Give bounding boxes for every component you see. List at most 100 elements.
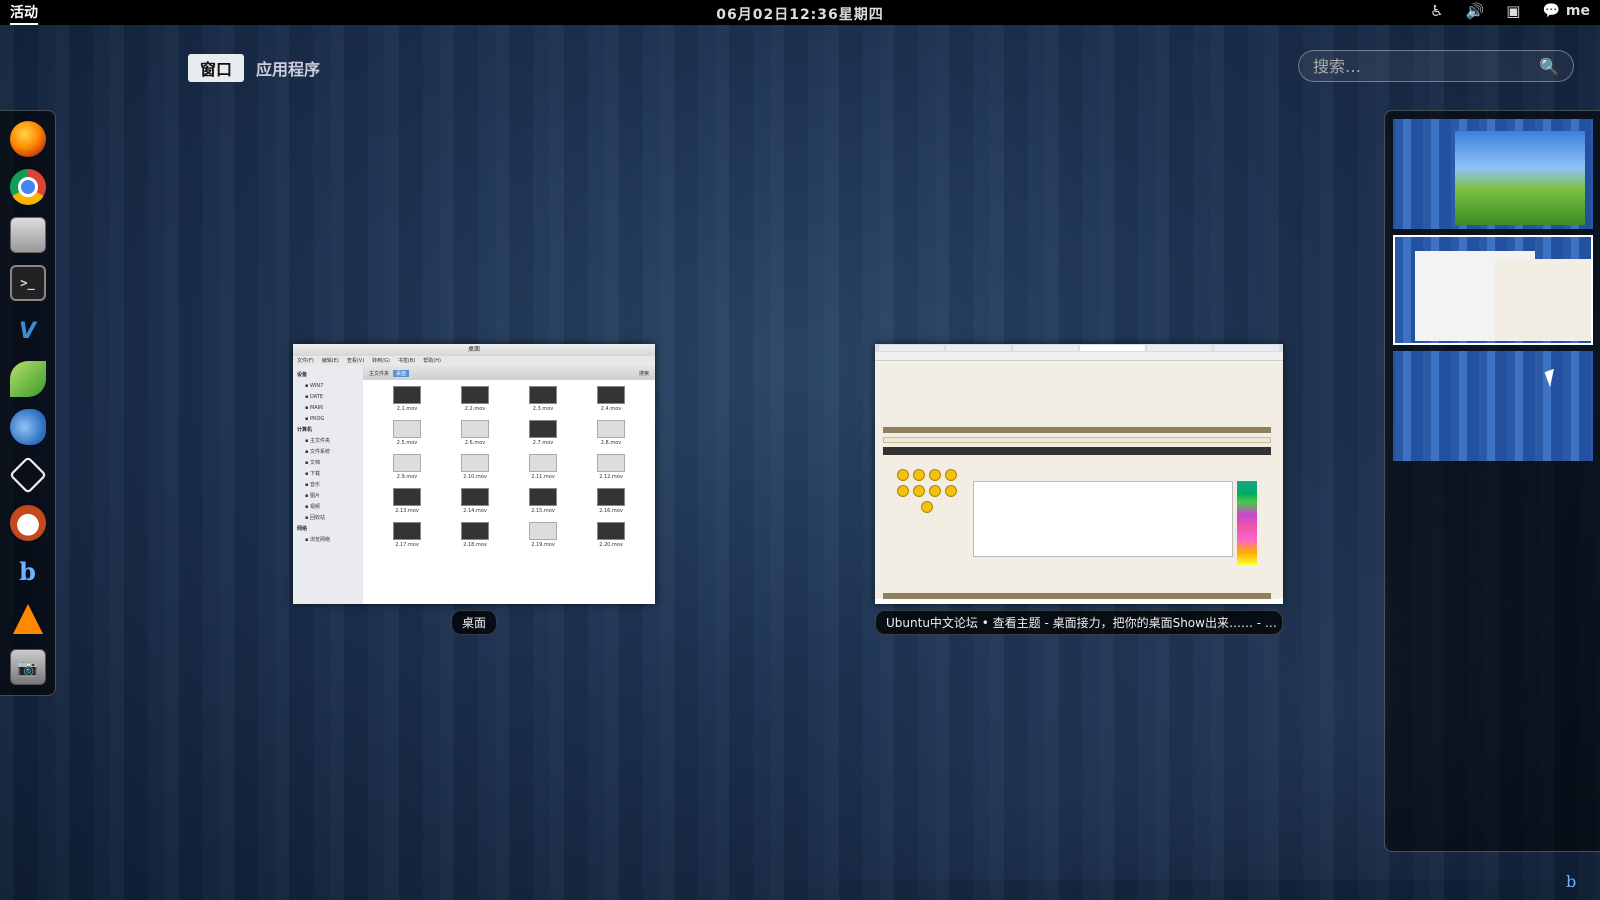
- fm-file-thumbnail: [597, 522, 625, 540]
- fish-icon[interactable]: [9, 409, 46, 445]
- browser-address-bar: [875, 352, 1283, 361]
- fm-file-name: 2.6.mov: [464, 440, 486, 446]
- fm-sidebar-item: ▪ 文档: [305, 460, 320, 466]
- fm-file-name: 2.7.mov: [532, 440, 554, 446]
- chrome-icon[interactable]: [9, 169, 46, 205]
- fm-file-item: 2.5.mov: [373, 420, 441, 454]
- clock[interactable]: 06月02日12:36星期四: [0, 4, 1600, 24]
- fm-file-thumbnail: [597, 488, 625, 506]
- fm-toolbar-search: 搜索: [638, 370, 649, 377]
- files-icon[interactable]: [9, 217, 46, 253]
- fm-menu-item: 文件(F): [297, 358, 314, 364]
- fm-sidebar-item: ▪ 图片: [305, 493, 320, 499]
- fm-file-name: 2.4.mov: [600, 406, 622, 412]
- fm-menu-item: 帮助(H): [423, 358, 441, 364]
- fm-file-name: 2.5.mov: [396, 440, 418, 446]
- fm-sidebar-item: ▪ PROG: [305, 416, 325, 422]
- fm-sidebar-item: ▪ 视频: [305, 504, 320, 510]
- view-selector: 窗口 应用程序: [188, 54, 320, 82]
- fm-file-thumbnail: [529, 522, 557, 540]
- fm-toolbar: 主文件夹 桌面 搜索: [363, 366, 655, 380]
- fm-file-thumbnail: [393, 522, 421, 540]
- browser-post-editor: [973, 481, 1233, 557]
- fm-file-name: 2.11.mov: [531, 474, 555, 480]
- fm-file-name: 2.15.mov: [531, 508, 555, 514]
- fm-file-name: 2.1.mov: [396, 406, 418, 412]
- volume-icon[interactable]: 🔊: [1466, 2, 1485, 20]
- baidu-icon[interactable]: b: [10, 553, 46, 589]
- fm-sidebar-item: ▪ 音乐: [305, 482, 320, 488]
- fm-file-grid: 2.1.mov 2.2.mov 2.3.mov 2.4.mov 2.5.mov 2.6.m…: [363, 380, 655, 604]
- fm-sidebar: 设备 ▪ WIN7 ▪ DATE ▪ MAIN ▪ PROG 计算机 ▪ 主文件夹 ▪ 文件系…: [293, 366, 363, 604]
- fm-file-item: 2.15.mov: [509, 488, 577, 522]
- fm-file-item: 2.10.mov: [441, 454, 509, 488]
- virtualbox-icon[interactable]: [8, 455, 47, 495]
- search-input[interactable]: [1313, 56, 1533, 76]
- panda-icon[interactable]: [9, 505, 46, 541]
- workspace-3[interactable]: [1393, 351, 1593, 461]
- fm-file-name: 2.18.mov: [463, 542, 487, 548]
- fm-sidebar-item: ▪ DATE: [305, 394, 323, 400]
- fm-file-thumbnail: [597, 454, 625, 472]
- fm-file-thumbnail: [529, 488, 557, 506]
- window-label-browser: Ubuntu中文论坛 • 查看主题 - 桌面接力，把你的桌面Show出来…… -…: [875, 610, 1283, 635]
- fm-file-thumbnail: [597, 420, 625, 438]
- user-menu[interactable]: 💬 me: [1542, 3, 1590, 19]
- window-label-desktop: 桌面: [450, 610, 497, 635]
- fm-file-item: 2.11.mov: [509, 454, 577, 488]
- workspace-selector: [1384, 110, 1600, 852]
- window-thumbnail-browser[interactable]: [875, 344, 1283, 604]
- fm-file-thumbnail: [529, 386, 557, 404]
- fm-sidebar-item: ▪ WIN7: [305, 383, 324, 389]
- browser-color-palette: [1237, 481, 1257, 565]
- fm-title: 桌面: [293, 344, 655, 356]
- fm-file-name: 2.20.mov: [599, 542, 623, 548]
- search-box: 🔍: [1298, 50, 1574, 82]
- fm-toolbar-desktop: 桌面: [393, 369, 410, 377]
- terminal-icon[interactable]: >_: [9, 265, 46, 301]
- fm-file-thumbnail: [597, 386, 625, 404]
- workspace-2-browser: [1495, 259, 1591, 341]
- browser-tabs: [875, 344, 1283, 352]
- network-icon[interactable]: ▣: [1506, 2, 1520, 20]
- top-bar: 活动 06月02日12:36星期四 ♿ 🔊 ▣ 💬 me: [0, 0, 1600, 25]
- leafpad-icon[interactable]: [9, 361, 46, 397]
- fm-file-thumbnail: [393, 420, 421, 438]
- window-thumbnail-desktop[interactable]: 桌面 文件(F) 编辑(E) 查看(V) 转到(G) 书签(B) 帮助(H) 主文件夹 桌…: [293, 344, 655, 604]
- fm-file-name: 2.12.mov: [599, 474, 623, 480]
- fm-file-item: 2.3.mov: [509, 386, 577, 420]
- window-desktop[interactable]: 桌面 文件(F) 编辑(E) 查看(V) 转到(G) 书签(B) 帮助(H) 主文件夹 桌…: [293, 344, 655, 635]
- fm-file-item: 2.4.mov: [577, 386, 645, 420]
- fm-file-thumbnail: [529, 454, 557, 472]
- fm-sidebar-header: 计算机: [297, 427, 313, 433]
- fm-file-name: 2.2.mov: [464, 406, 486, 412]
- vim-icon[interactable]: V: [10, 313, 46, 349]
- fm-sidebar-item: ▪ 主文件夹: [305, 438, 330, 444]
- baidu-tray-icon[interactable]: b: [1566, 872, 1576, 891]
- workspace-2[interactable]: [1393, 235, 1593, 345]
- window-browser[interactable]: Ubuntu中文论坛 • 查看主题 - 桌面接力，把你的桌面Show出来…… -…: [875, 344, 1283, 635]
- fm-file-item: 2.13.mov: [373, 488, 441, 522]
- tab-windows[interactable]: 窗口: [188, 54, 245, 82]
- firefox-icon[interactable]: [9, 121, 46, 157]
- system-tray: ♿ 🔊 ▣ 💬 me: [1430, 2, 1590, 20]
- fm-file-item: 2.17.mov: [373, 522, 441, 556]
- fm-file-thumbnail: [393, 386, 421, 404]
- fm-file-name: 2.14.mov: [463, 508, 487, 514]
- tab-applications[interactable]: 应用程序: [256, 56, 320, 80]
- fm-menu-item: 转到(G): [372, 358, 390, 364]
- workspace-1-window: [1455, 131, 1585, 225]
- fm-sidebar-header: 设备: [297, 372, 308, 378]
- user-name: me: [1565, 3, 1590, 19]
- fm-file-thumbnail: [461, 454, 489, 472]
- screenshot-icon[interactable]: 📷: [9, 649, 46, 685]
- accessibility-icon[interactable]: ♿: [1430, 2, 1443, 20]
- fm-menu-item: 编辑(E): [321, 358, 339, 364]
- vlc-icon[interactable]: [10, 601, 46, 637]
- fm-file-name: 2.8.mov: [600, 440, 622, 446]
- workspace-1[interactable]: [1393, 119, 1593, 229]
- fm-file-name: 2.19.mov: [531, 542, 555, 548]
- fm-file-thumbnail: [461, 420, 489, 438]
- fm-file-item: 2.14.mov: [441, 488, 509, 522]
- fm-file-item: 2.18.mov: [441, 522, 509, 556]
